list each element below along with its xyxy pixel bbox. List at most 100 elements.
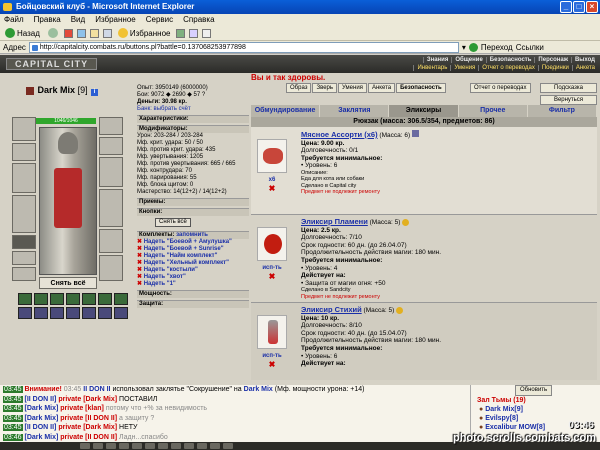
delete-icon[interactable]: ✖ [269, 272, 276, 281]
stop-icon[interactable] [63, 28, 73, 38]
favorites-button[interactable]: Избранное [116, 27, 173, 40]
kit-link[interactable]: Надеть "Найм комплект" [137, 253, 249, 260]
elements-elixir-image[interactable] [257, 315, 287, 349]
rune-slot[interactable] [82, 307, 96, 319]
menu-edit[interactable]: Правка [34, 14, 61, 26]
slot-belt[interactable] [12, 235, 36, 249]
minimize-icon[interactable]: _ [560, 1, 572, 13]
pet-button[interactable]: Зверь [312, 83, 338, 93]
remember-kit-link[interactable]: запомнить [176, 232, 208, 238]
chat-nick[interactable]: Dark Mix [244, 386, 273, 393]
chat-nick[interactable]: [Dark Mix] [24, 415, 58, 422]
go-arrow-icon[interactable] [468, 42, 478, 52]
chat-nick[interactable]: [II DON II] [24, 424, 56, 431]
character-name[interactable]: Dark Mix [38, 85, 76, 95]
rune-slot[interactable] [66, 307, 80, 319]
chat-private[interactable]: private [II DON II] [60, 415, 117, 422]
search-icon[interactable] [102, 28, 112, 38]
delete-icon[interactable]: ✖ [269, 184, 276, 193]
nav-skills[interactable]: Умения [450, 65, 478, 71]
rune-slot[interactable] [114, 307, 128, 319]
toolbar-icon[interactable] [158, 443, 168, 449]
slot-pants[interactable] [99, 229, 123, 253]
item-name[interactable]: Мясное Ассорти (x6) [301, 130, 378, 139]
nav-character[interactable]: Персонаж [534, 57, 571, 63]
modifiers-section[interactable]: Модификаторы: [137, 125, 249, 133]
kit-link[interactable]: Надеть "Боевой + Sunrise" [137, 246, 249, 253]
rune-slot[interactable] [34, 307, 48, 319]
history-icon[interactable] [176, 28, 186, 38]
slot-weapon[interactable] [12, 163, 36, 193]
go-button[interactable]: Переход [481, 43, 513, 52]
rune-slot[interactable] [50, 293, 64, 305]
mail-icon[interactable] [189, 28, 199, 38]
remove-all-button[interactable]: Снять всё [39, 277, 97, 289]
slot-earring[interactable] [99, 117, 123, 135]
bank-link[interactable]: Банк: выбрать счёт [137, 106, 249, 113]
profile-button[interactable]: Анкета [367, 83, 396, 93]
back-button[interactable]: Назад [3, 27, 42, 40]
address-input[interactable]: http://capitalcity.combats.ru/buttons.pl… [28, 41, 459, 53]
chat-nick[interactable]: [II DON II] [24, 396, 56, 403]
use-link[interactable]: исп-ть [262, 265, 281, 271]
kit-link[interactable]: Надеть "костыли" [137, 267, 249, 274]
chat-nick[interactable]: [Dark Mix] [24, 405, 58, 412]
menu-help[interactable]: Справка [183, 14, 214, 26]
characteristics-section[interactable]: Характеристики: [137, 115, 249, 123]
slot-pocket[interactable] [12, 251, 36, 265]
item-name[interactable]: Эликсир Стихий [301, 305, 362, 314]
online-user[interactable]: Evilspy[8] [479, 414, 545, 423]
slot-pocket-2[interactable] [12, 267, 36, 281]
delete-icon[interactable]: ✖ [269, 360, 276, 369]
slot-bracer[interactable] [99, 137, 123, 155]
nav-profile[interactable]: Анкета [571, 65, 598, 71]
slot-gloves[interactable] [99, 157, 123, 187]
refresh-button[interactable]: Обновить [515, 385, 553, 396]
toolbar-icon[interactable] [80, 443, 90, 449]
meat-item-image[interactable] [257, 139, 287, 173]
chat-private[interactable]: private [Dark Mix] [58, 424, 117, 431]
toolbar-icon[interactable] [171, 443, 181, 449]
online-user[interactable]: Excalibur MOW[8] [479, 423, 545, 432]
nav-inventory[interactable]: Инвентарь [413, 65, 450, 71]
toolbar-icon[interactable] [197, 443, 207, 449]
menu-favorites[interactable]: Избранное [95, 14, 136, 26]
address-dropdown-icon[interactable]: ▾ [462, 43, 466, 52]
kit-link[interactable]: Надеть "Боевой + Амулушка" [137, 239, 249, 246]
chat-private[interactable]: private [Dark Mix] [58, 396, 117, 403]
transfers-report-button[interactable]: Отчет о переводах [470, 83, 531, 93]
remove-all-button-2[interactable]: Снять всё [155, 218, 191, 227]
tab-elixirs[interactable]: Эликсиры [389, 105, 459, 117]
security-button[interactable]: Безопасность [396, 83, 446, 93]
online-user[interactable]: Dark Mix[9] [479, 405, 545, 414]
refresh-icon[interactable] [76, 28, 86, 38]
toolbar-icon[interactable] [184, 443, 194, 449]
rune-slot[interactable] [66, 293, 80, 305]
rune-slot[interactable] [50, 307, 64, 319]
rune-slot[interactable] [82, 293, 96, 305]
character-avatar[interactable] [39, 127, 97, 275]
nav-communication[interactable]: Общение [451, 57, 485, 63]
item-name[interactable]: Эликсир Пламени [301, 217, 368, 226]
slot-armor[interactable] [12, 195, 36, 233]
rune-slot[interactable] [18, 307, 32, 319]
rune-slot[interactable] [34, 293, 48, 305]
buttons-section[interactable]: Кнопки: [137, 208, 249, 216]
nav-knowledge[interactable]: Знания [422, 57, 452, 63]
fire-elixir-image[interactable] [257, 227, 287, 261]
menu-file[interactable]: Файл [4, 14, 24, 26]
slot-helmet[interactable] [12, 117, 36, 141]
menu-view[interactable]: Вид [71, 14, 85, 26]
rune-slot[interactable] [98, 307, 112, 319]
chat-nick[interactable]: [Dark Mix] [24, 434, 58, 441]
rune-slot[interactable] [98, 293, 112, 305]
tab-spells[interactable]: Заклятия [320, 105, 390, 117]
toolbar-icon[interactable] [210, 443, 220, 449]
tab-filter[interactable]: Фильтр [527, 105, 598, 117]
kit-link[interactable]: Надеть "Хельный комплект" [137, 260, 249, 267]
toolbar-icon[interactable] [132, 443, 142, 449]
toolbar-icon[interactable] [145, 443, 155, 449]
rune-slot[interactable] [18, 293, 32, 305]
hint-button[interactable]: Подсказка [540, 83, 597, 93]
kit-link[interactable]: Надеть "хвот" [137, 274, 249, 281]
